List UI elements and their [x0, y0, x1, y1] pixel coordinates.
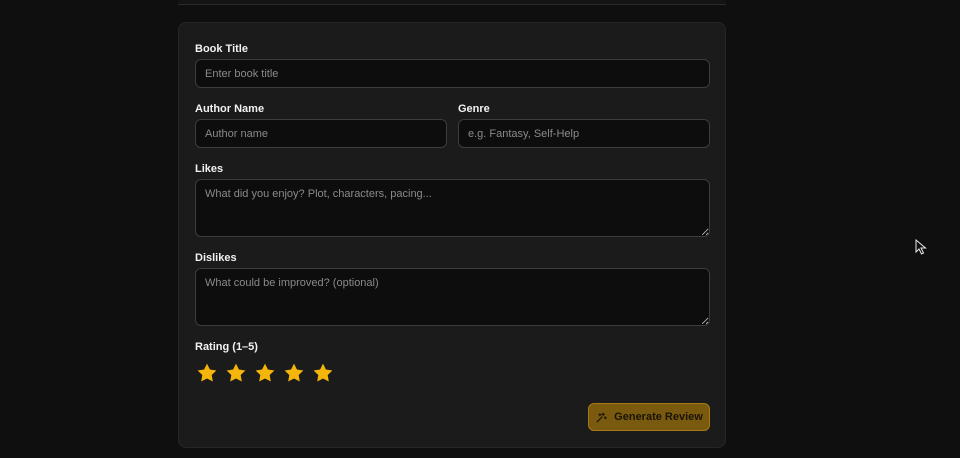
- star-icon-4[interactable]: [282, 361, 306, 385]
- star-icon-3[interactable]: [253, 361, 277, 385]
- author-name-label: Author Name: [195, 103, 265, 115]
- sparkles-icon: [595, 411, 608, 424]
- dislikes-label: Dislikes: [195, 252, 237, 264]
- generate-review-label: Generate Review: [614, 411, 703, 423]
- star-icon-2[interactable]: [224, 361, 248, 385]
- star-icon-5[interactable]: [311, 361, 335, 385]
- book-title-label: Book Title: [195, 43, 248, 55]
- generate-review-button[interactable]: Generate Review: [588, 403, 710, 431]
- likes-textarea[interactable]: [195, 179, 710, 237]
- author-name-input[interactable]: [195, 119, 447, 148]
- review-form-card: Book Title Author Name Genre Likes Disli…: [178, 22, 726, 448]
- dislikes-textarea[interactable]: [195, 268, 710, 326]
- genre-label: Genre: [458, 103, 490, 115]
- rating-label: Rating (1–5): [195, 341, 258, 353]
- book-title-input[interactable]: [195, 59, 710, 88]
- likes-label: Likes: [195, 163, 224, 175]
- rating-stars: [195, 361, 335, 385]
- previous-section-edge: [178, 0, 726, 5]
- genre-input[interactable]: [458, 119, 710, 148]
- star-icon-1[interactable]: [195, 361, 219, 385]
- mouse-cursor-icon: [915, 239, 927, 255]
